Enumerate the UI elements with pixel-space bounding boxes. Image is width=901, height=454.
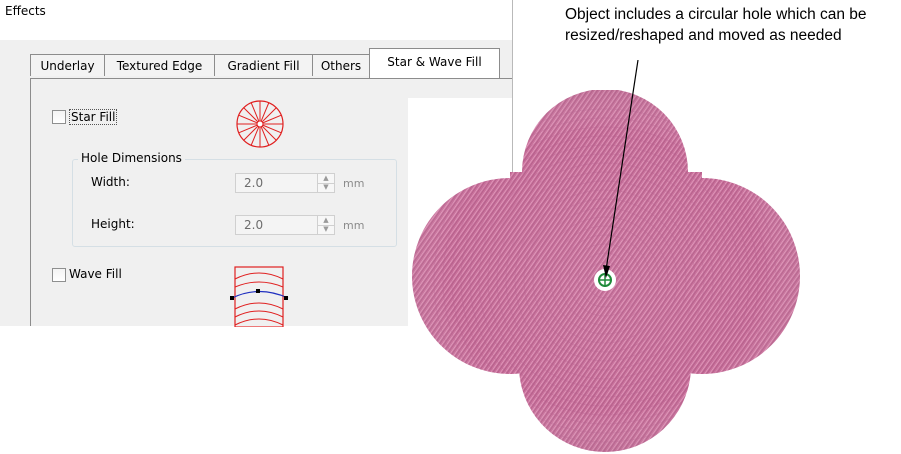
tab-star-wave-fill[interactable]: Star & Wave Fill: [369, 48, 500, 78]
width-down-icon[interactable]: ▼: [318, 183, 334, 192]
wave-fill-preview-icon: [230, 266, 289, 327]
height-down-icon[interactable]: ▼: [318, 225, 334, 234]
width-unit: mm: [343, 177, 365, 190]
dialog-titlebar: Effects: [0, 0, 512, 26]
star-fill-checkbox[interactable]: [52, 110, 66, 124]
width-value: 2.0: [244, 176, 264, 190]
star-fill-preview-icon: [236, 100, 284, 148]
annotation-arrow: [603, 60, 639, 278]
height-unit: mm: [343, 219, 365, 232]
height-label: Height:: [91, 217, 135, 231]
dialog-title: Effects: [5, 4, 46, 18]
width-spinbox[interactable]: 2.0 ▲ ▼: [235, 173, 335, 193]
height-value: 2.0: [244, 218, 264, 232]
tab-underlay[interactable]: Underlay: [30, 54, 105, 76]
tab-gradient-fill[interactable]: Gradient Fill: [214, 54, 313, 76]
width-label: Width:: [91, 175, 130, 189]
annotation-text: Object includes a circular hole which ca…: [565, 6, 867, 44]
tab-others[interactable]: Others: [312, 54, 370, 76]
hole-dimensions-title: Hole Dimensions: [78, 151, 185, 165]
tab-textured-edge[interactable]: Textured Edge: [104, 54, 215, 76]
wave-fill-checkbox[interactable]: [52, 268, 66, 282]
height-spinbox[interactable]: 2.0 ▲ ▼: [235, 215, 335, 235]
star-fill-label[interactable]: Star Fill: [69, 109, 118, 125]
wave-fill-label[interactable]: Wave Fill: [69, 267, 122, 281]
